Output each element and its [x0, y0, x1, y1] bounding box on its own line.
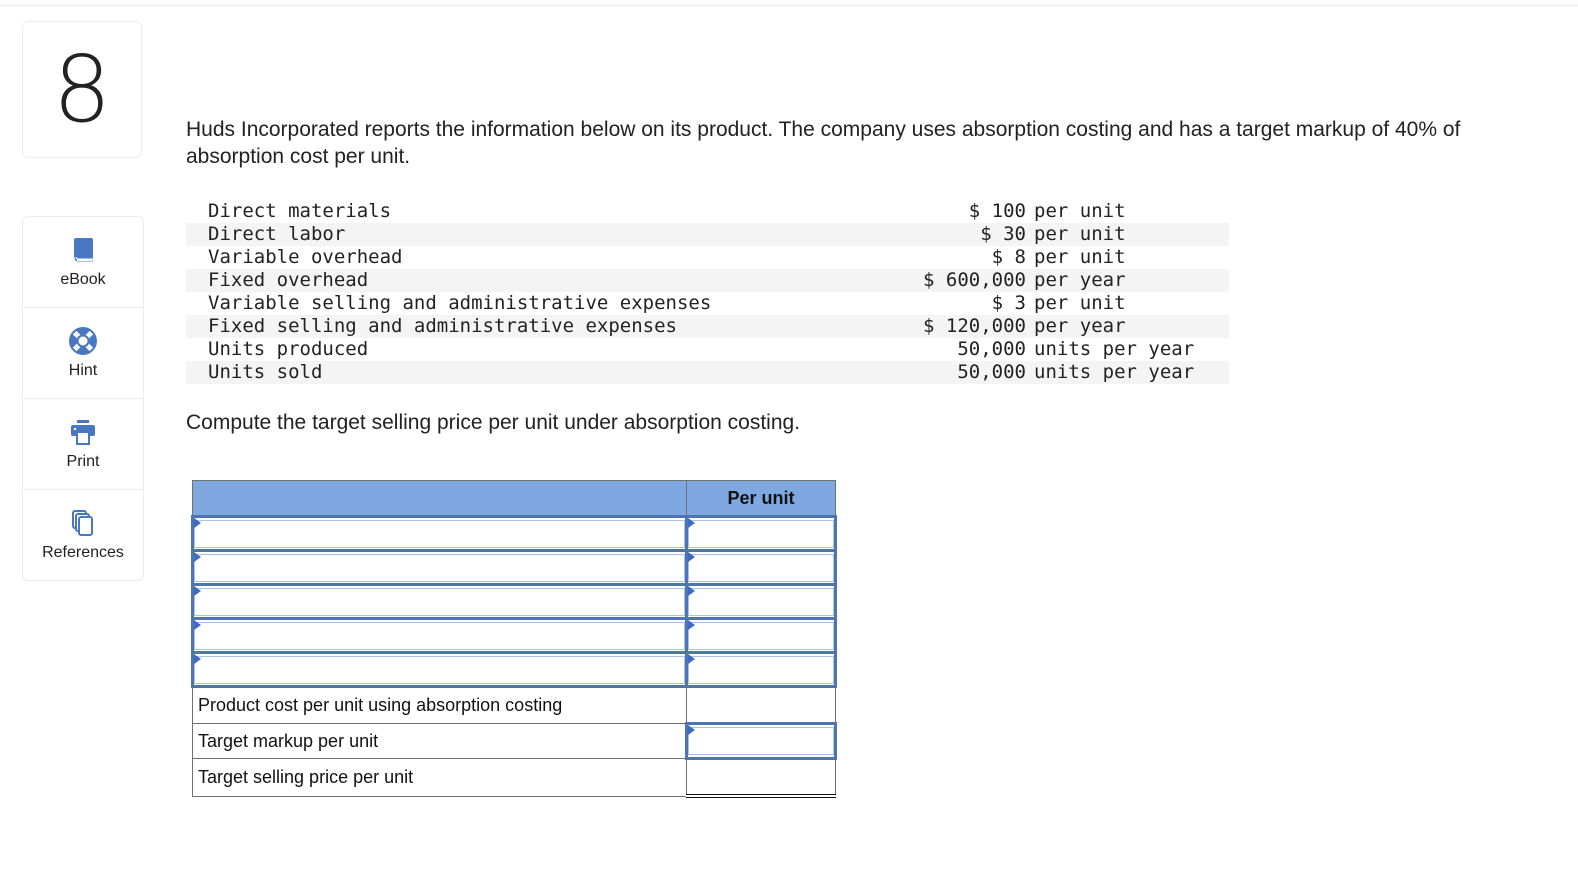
question-prompt: Compute the target selling price per uni…: [186, 411, 801, 434]
given-label: Units sold: [186, 361, 908, 384]
given-amount: $ 8: [991, 246, 1026, 268]
tool-panel: eBook Hint Print References: [22, 216, 144, 581]
answer-input-row: [191, 549, 837, 586]
answer-header-label: [192, 480, 687, 517]
given-row: Units sold 50,000 units per year: [186, 361, 1229, 384]
summary-label: Target selling price per unit: [192, 758, 687, 797]
given-amount: 50,000: [908, 361, 1026, 384]
given-label: Variable selling and administrative expe…: [208, 292, 712, 314]
given-unit: per unit: [1034, 246, 1126, 268]
given-unit: units per year: [1034, 338, 1195, 360]
given-row: Direct materials $ 100 per unit: [186, 200, 1229, 223]
given-unit: units per year: [1026, 361, 1229, 384]
documents-icon: [72, 510, 93, 536]
ebook-button[interactable]: eBook: [23, 217, 143, 308]
ebook-label: eBook: [60, 271, 106, 288]
line-item-dropdown[interactable]: [194, 587, 685, 616]
amount-input[interactable]: [688, 621, 834, 650]
amount-input[interactable]: [688, 587, 834, 616]
question-number: 8: [22, 21, 142, 158]
given-row: Variable selling and administrative expe…: [186, 292, 1229, 315]
lifebuoy-icon: [69, 327, 97, 355]
line-item-dropdown-cell: [191, 651, 688, 688]
line-item-dropdown-cell: [191, 515, 688, 552]
given-row: Units produced 50,000 units per year: [186, 338, 1229, 361]
print-button[interactable]: Print: [23, 399, 143, 490]
amount-input-cell: [685, 583, 837, 620]
given-label: Direct labor: [186, 223, 908, 246]
line-item-dropdown[interactable]: [194, 553, 685, 582]
given-row: Direct labor $ 30 per unit: [186, 223, 1229, 246]
summary-label: Target markup per unit: [192, 723, 687, 759]
references-label: References: [42, 544, 124, 561]
answer-header-per-unit: Per unit: [686, 480, 836, 517]
answer-input-row: [191, 651, 837, 688]
given-unit: per year: [1026, 269, 1229, 292]
top-divider: [0, 0, 1578, 6]
given-row: Fixed overhead $ 600,000 per year: [186, 269, 1229, 292]
amount-input[interactable]: [688, 519, 834, 548]
printer-icon: [71, 420, 95, 445]
given-label: Units produced: [208, 338, 369, 360]
hint-label: Hint: [68, 362, 98, 379]
given-amount: $ 30: [908, 223, 1026, 246]
given-label: Fixed selling and administrative expense…: [186, 315, 908, 338]
line-item-dropdown-cell: [191, 583, 688, 620]
given-label: Direct materials: [208, 200, 392, 222]
given-unit: per unit: [1034, 200, 1126, 222]
amount-input[interactable]: [688, 655, 834, 684]
amount-input-cell: [685, 651, 837, 688]
markup-input-cell: [685, 722, 837, 760]
amount-input[interactable]: [688, 553, 834, 582]
line-item-dropdown-cell: [191, 549, 688, 586]
target-price-value: [686, 758, 836, 798]
hint-button[interactable]: Hint: [23, 308, 143, 399]
print-label: Print: [66, 453, 100, 470]
given-amount: $ 100: [968, 200, 1026, 222]
given-amount: $ 600,000: [908, 269, 1026, 292]
given-amount: $ 3: [991, 292, 1026, 314]
amount-input-cell: [685, 515, 837, 552]
given-label: Variable overhead: [208, 246, 403, 268]
summary-label: Product cost per unit using absorption c…: [192, 686, 687, 724]
amount-input-cell: [685, 617, 837, 654]
question-intro: Huds Incorporated reports the informatio…: [186, 118, 1461, 168]
line-item-dropdown[interactable]: [194, 621, 685, 650]
answer-input-row: [191, 583, 837, 620]
answer-summary-row: Target markup per unit: [192, 722, 837, 760]
answer-input-row: [191, 515, 837, 552]
given-amount: 50,000: [957, 338, 1026, 360]
given-row: Fixed selling and administrative expense…: [186, 315, 1229, 338]
book-icon: [73, 238, 94, 263]
given-row: Variable overhead $ 8 per unit: [186, 246, 1229, 269]
answer-summary-row: Product cost per unit using absorption c…: [192, 686, 836, 725]
answer-table: Per unit Product cost per unit using abs…: [191, 480, 837, 798]
answer-input-row: [191, 617, 837, 654]
line-item-dropdown-cell: [191, 617, 688, 654]
target-markup-input[interactable]: [688, 727, 834, 755]
line-item-dropdown[interactable]: [194, 519, 685, 548]
answer-summary-row: Target selling price per unit: [192, 758, 836, 798]
answer-header-row: Per unit: [192, 480, 836, 517]
given-data-table: Direct materials $ 100 per unit Direct labo…: [186, 200, 1229, 384]
references-button[interactable]: References: [23, 490, 143, 580]
given-unit: per year: [1026, 315, 1229, 338]
product-cost-value: [686, 686, 836, 725]
line-item-dropdown[interactable]: [194, 655, 685, 684]
amount-input-cell: [685, 549, 837, 586]
given-label: Fixed overhead: [186, 269, 908, 292]
given-unit: per unit: [1026, 223, 1229, 246]
given-unit: per unit: [1034, 292, 1126, 314]
given-amount: $ 120,000: [908, 315, 1026, 338]
